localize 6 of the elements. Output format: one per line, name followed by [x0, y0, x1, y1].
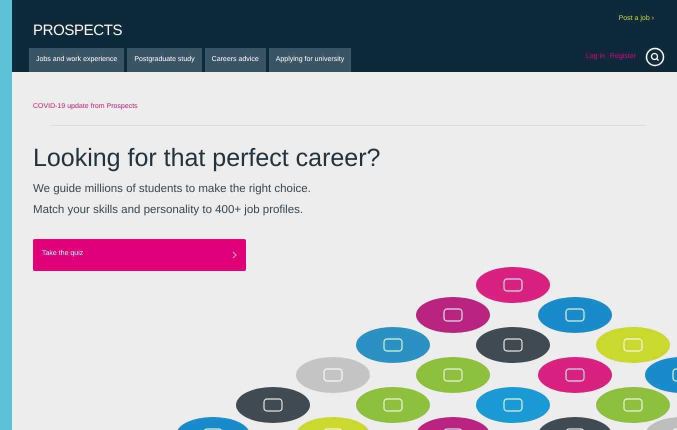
hero-text: We guide millions of students to make the right choice.: [33, 182, 311, 196]
logo[interactable]: PROSPECTS: [33, 20, 122, 42]
chevron-icon: [232, 250, 237, 258]
hero-text: Match your skills and personality to 400+ job profiles.: [33, 202, 304, 218]
search-icon[interactable]: [645, 47, 665, 67]
hero-heading: Looking for that perfect career?: [33, 142, 380, 172]
